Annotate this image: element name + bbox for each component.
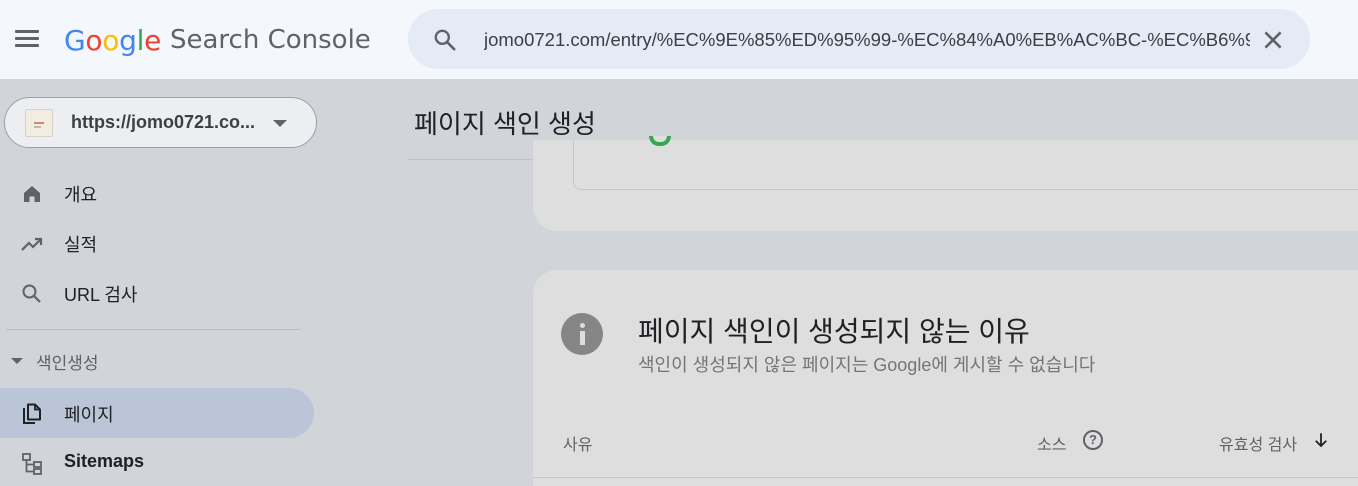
site-favicon-icon (25, 109, 53, 137)
sidebar-item-pages[interactable]: 페이지 (0, 388, 314, 438)
sidebar-item-label: URL 검사 (64, 285, 138, 305)
info-icon (561, 313, 603, 355)
table-header-divider (533, 477, 1358, 478)
sidebar-item-url-inspection[interactable]: URL 검사 (0, 268, 314, 318)
property-label: https://jomo0721.co... (71, 112, 256, 132)
column-header-validation[interactable]: 유효성 검사 (1219, 431, 1297, 455)
sidebar-item-label: 실적 (64, 235, 98, 255)
product-name: Search Console (170, 25, 371, 55)
sidebar-section-indexing[interactable]: 색인생성 (0, 336, 314, 384)
sidebar-item-label: 페이지 (64, 405, 114, 425)
sidebar-item-performance[interactable]: 실적 (0, 218, 314, 268)
status-indicator-icon (649, 136, 671, 146)
menu-bar (15, 36, 39, 40)
top-bar: Google Search Console (0, 0, 1358, 79)
search-console-logo[interactable]: Google Search Console (64, 22, 371, 58)
search-icon[interactable] (432, 27, 458, 53)
url-inspection-input[interactable] (484, 26, 1250, 54)
column-header-reason: 사유 (563, 437, 593, 454)
help-icon[interactable]: ? (1083, 430, 1103, 450)
sitemap-icon (22, 453, 42, 475)
card-subtitle: 색인이 생성되지 않은 페이지는 Google에 게시할 수 없습니다 (638, 355, 1096, 375)
pages-icon (23, 403, 41, 424)
main-menu-button[interactable] (15, 27, 41, 51)
caret-down-icon (273, 120, 287, 127)
search-icon (22, 284, 41, 303)
trending-up-icon (21, 237, 43, 251)
column-header-source: 소스 (1037, 437, 1067, 454)
home-icon (24, 186, 40, 202)
sidebar-item-label: 개요 (64, 185, 98, 205)
sidebar-divider (6, 329, 300, 330)
sidebar-item-sitemaps[interactable]: Sitemaps (0, 438, 314, 486)
card-title: 페이지 색인이 생성되지 않는 이유 (638, 316, 1030, 347)
summary-card (533, 136, 1358, 231)
sidebar-item-overview[interactable]: 개요 (0, 168, 314, 218)
close-icon[interactable] (1260, 27, 1286, 53)
sidebar-item-label: Sitemaps (64, 451, 145, 471)
sidebar: https://jomo0721.co... 개요 실적 URL 검사 색인생성 (0, 79, 330, 486)
summary-card-inner (573, 136, 1358, 190)
arrow-down-icon[interactable] (1312, 431, 1330, 449)
url-inspection-searchbar (408, 9, 1310, 69)
sidebar-section-label: 색인생성 (36, 354, 99, 373)
page-title: 페이지 색인 생성 (414, 109, 596, 139)
not-indexed-reasons-card: 페이지 색인이 생성되지 않는 이유 색인이 생성되지 않은 페이지는 Goog… (533, 270, 1358, 486)
property-selector[interactable]: https://jomo0721.co... (4, 97, 317, 148)
google-wordmark: Google (64, 23, 161, 57)
menu-bar (15, 43, 39, 47)
caret-down-icon (11, 358, 23, 364)
menu-bar (15, 30, 39, 33)
